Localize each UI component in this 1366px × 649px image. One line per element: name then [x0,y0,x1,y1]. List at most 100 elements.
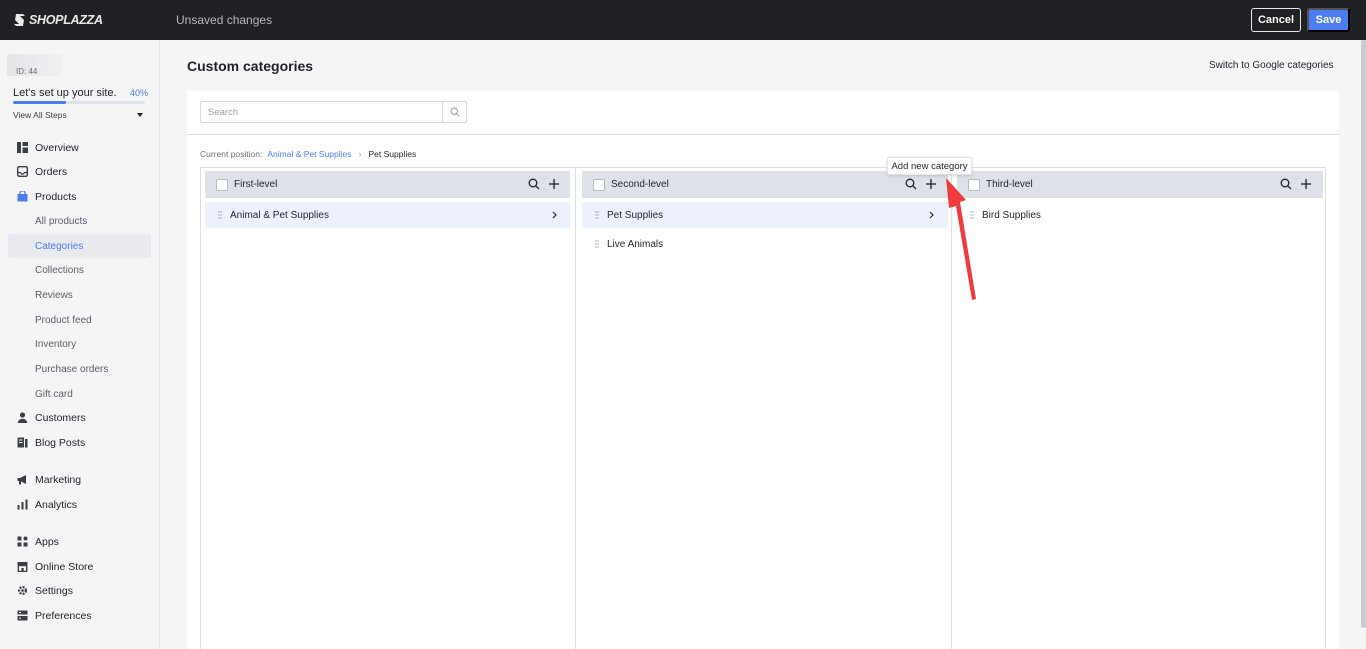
nav-products[interactable]: Products [8,185,151,209]
nav-preferences[interactable]: Preferences [8,604,151,628]
nav-label: Analytics [35,499,78,511]
search-input[interactable] [201,102,442,122]
search-button[interactable] [442,102,467,122]
list-item[interactable]: Bird Supplies [957,202,1323,228]
nav-label: Gift card [35,388,73,400]
nav-categories[interactable]: Categories [8,234,151,258]
search-box [200,101,467,123]
search-icon[interactable] [905,178,917,190]
nav-label: Marketing [35,474,82,486]
nav-all-products[interactable]: All products [8,209,151,233]
category-columns: First-level Animal & Pet Supplies Second… [200,167,1326,649]
chevron-right-icon [929,211,934,219]
page-title: Custom categories [187,58,314,74]
nav-product-feed[interactable]: Product feed [8,308,151,332]
nav-label: Orders [35,166,68,178]
nav-online-store[interactable]: Online Store [8,555,151,579]
nav-customers[interactable]: Customers [8,406,151,430]
drag-handle-icon[interactable] [218,211,222,219]
select-all-checkbox[interactable] [216,179,228,191]
breadcrumb-separator-icon: › [358,149,362,159]
categories-panel: Current position: Animal & Pet Supplies … [187,91,1339,649]
customers-icon [17,412,28,423]
unsaved-changes-text: Unsaved changes [176,13,273,27]
list-item[interactable]: Live Animals [582,231,948,257]
save-button[interactable]: Save [1307,8,1350,32]
drag-handle-icon[interactable] [595,211,599,219]
top-bar: SHOPLAZZA Unsaved changes Cancel Save [0,0,1366,40]
nav-label: Blog Posts [35,437,86,449]
nav-analytics[interactable]: Analytics [8,493,151,517]
search-icon[interactable] [528,178,540,190]
chevron-down-icon[interactable] [137,113,143,117]
nav-label: All products [35,215,88,227]
nav-blog-posts[interactable]: Blog Posts [8,431,151,455]
products-icon [17,191,28,202]
nav-reviews[interactable]: Reviews [8,283,151,307]
nav-label: Settings [35,585,73,597]
column-first-level: First-level Animal & Pet Supplies [201,168,575,649]
nav-gift-card[interactable]: Gift card [8,382,151,406]
cancel-button[interactable]: Cancel [1251,8,1301,32]
list-item-label: Bird Supplies [982,210,1041,221]
breadcrumb: Current position: Animal & Pet Supplies … [200,149,416,159]
add-icon[interactable] [1300,178,1312,190]
sidebar: ID: 44 Let's set up your site. 40% View … [0,40,160,649]
breadcrumb-link[interactable]: Animal & Pet Supplies [267,149,351,159]
column-title: Third-level [986,179,1033,190]
setup-guide-label[interactable]: Let's set up your site. [13,87,117,99]
preferences-icon [17,610,28,621]
page-scrollbar[interactable] [1361,40,1366,628]
nav-label: Customers [35,412,86,424]
breadcrumb-current: Pet Supplies [368,149,417,159]
nav-collections[interactable]: Collections [8,258,151,282]
shoplazza-logo-icon [14,14,25,26]
search-icon[interactable] [1280,178,1292,190]
nav-settings[interactable]: Settings [8,579,151,603]
drag-handle-icon[interactable] [595,240,599,248]
nav-label: Categories [35,240,84,252]
nav-apps[interactable]: Apps [8,530,151,554]
nav-orders[interactable]: Orders [8,160,151,184]
column-second-level: Second-level Pet Supplies Live Animals [575,168,951,649]
blog-posts-icon [17,437,28,448]
column-header: Third-level [957,171,1323,198]
nav-label: Online Store [35,561,94,573]
nav-label: Reviews [35,289,73,301]
list-item-label: Pet Supplies [607,210,664,221]
nav-label: Product feed [35,314,92,326]
divider [187,134,1339,135]
logo-text: SHOPLAZZA [29,13,103,27]
shoplazza-logo: SHOPLAZZA [13,12,103,28]
view-all-steps-link[interactable]: View All Steps [13,110,67,120]
list-item[interactable]: Animal & Pet Supplies [205,202,570,228]
nav-label: Overview [35,142,79,154]
gear-icon [17,585,28,596]
nav-label: Purchase orders [35,363,109,375]
scrollbar-thumb[interactable] [1361,40,1366,628]
list-item[interactable]: Pet Supplies [582,202,948,228]
setup-percent: 40% [130,88,149,98]
add-icon[interactable] [548,178,560,190]
nav-overview[interactable]: Overview [8,136,151,160]
setup-progress-fill [13,101,66,104]
nav-label: Collections [35,264,84,276]
select-all-checkbox[interactable] [593,179,605,191]
nav-label: Preferences [35,610,92,622]
analytics-icon [17,499,28,510]
column-header: First-level [205,171,570,198]
nav-label: Apps [35,536,59,548]
nav-label: Products [35,191,77,203]
online-store-icon [17,562,28,572]
store-id: ID: 44 [16,67,38,76]
column-third-level: Third-level Bird Supplies [951,168,1327,649]
nav-marketing[interactable]: Marketing [8,468,151,492]
nav-purchase-orders[interactable]: Purchase orders [8,357,151,381]
annotation-arrow-icon [946,178,976,300]
switch-to-google-categories-link[interactable]: Switch to Google categories [1209,60,1334,71]
column-header: Second-level [582,171,948,198]
nav-inventory[interactable]: Inventory [8,332,151,356]
breadcrumb-prefix: Current position: [200,149,263,159]
search-icon [450,107,460,117]
column-title: Second-level [611,179,669,190]
